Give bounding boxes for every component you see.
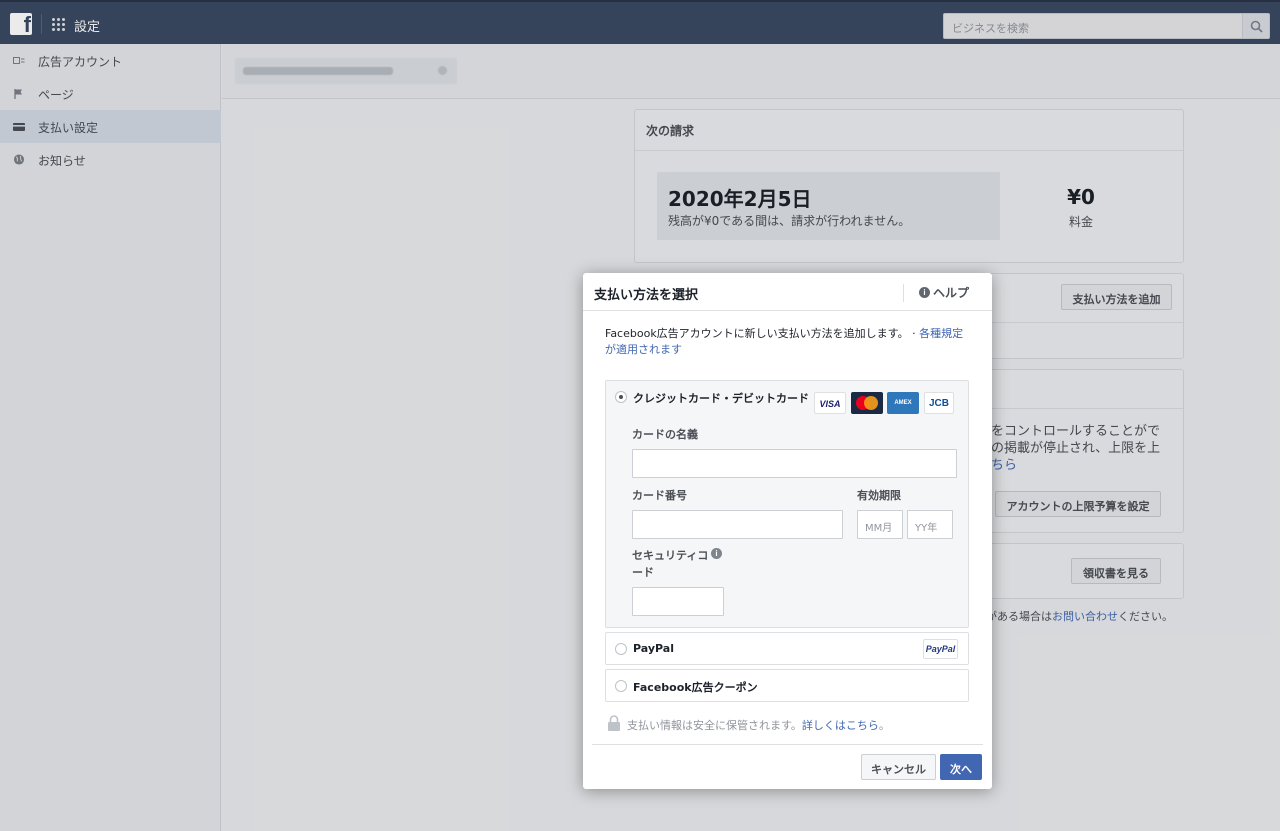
card-number-input[interactable] (632, 510, 843, 539)
expiry-label: 有効期限 (857, 489, 901, 502)
next-button[interactable]: 次へ (940, 754, 982, 780)
help-link[interactable]: ヘルプ (933, 284, 969, 301)
dialog-header-divider (583, 310, 992, 311)
paypal-label: PayPal (633, 642, 674, 655)
learn-more-link[interactable]: 詳しくはこちら (802, 719, 879, 732)
secure-note-end: 。 (878, 719, 890, 732)
dialog-footer-divider (592, 744, 983, 745)
cancel-button[interactable]: キャンセル (861, 754, 936, 780)
help-divider (903, 284, 904, 302)
ad-coupon-radio[interactable] (615, 680, 627, 692)
amex-logo-icon: AMEX (887, 392, 919, 414)
secure-note: 支払い情報は安全に保管されます。詳しくはこちら。 (627, 717, 890, 733)
security-code-label-line1: セキュリティコ (632, 549, 709, 562)
expiry-month-input[interactable]: MM月 (857, 510, 903, 539)
dialog-intro: Facebook広告アカウントに新しい支払い方法を追加します。 · 各種規定が適… (605, 326, 970, 358)
security-code-label: セキュリティコ ード (632, 547, 708, 581)
jcb-logo-icon: JCB (924, 392, 954, 414)
cardholder-name-input[interactable] (632, 449, 957, 478)
dialog-title: 支払い方法を選択 (594, 288, 699, 303)
expiry-year-input[interactable]: YY年 (907, 510, 953, 539)
paypal-logo-icon: PayPal (923, 639, 958, 659)
visa-logo-icon: VISA (814, 392, 846, 414)
credit-card-radio[interactable] (615, 391, 627, 403)
mastercard-logo-icon (851, 392, 883, 414)
secure-note-text: 支払い情報は安全に保管されます。 (627, 719, 802, 732)
card-number-label: カード番号 (632, 489, 687, 502)
paypal-radio[interactable] (615, 643, 627, 655)
cardholder-name-label: カードの名義 (632, 428, 698, 441)
intro-text: Facebook広告アカウントに新しい支払い方法を追加します。 · (605, 327, 920, 340)
security-code-input[interactable] (632, 587, 724, 616)
security-code-label-line2: ード (632, 566, 654, 579)
lock-icon (608, 715, 620, 731)
ad-coupon-label: Facebook広告クーポン (633, 681, 758, 694)
credit-card-label: クレジットカード・デビットカード (633, 392, 809, 405)
security-code-info-icon[interactable]: i (711, 548, 722, 559)
info-icon[interactable]: i (919, 287, 930, 298)
